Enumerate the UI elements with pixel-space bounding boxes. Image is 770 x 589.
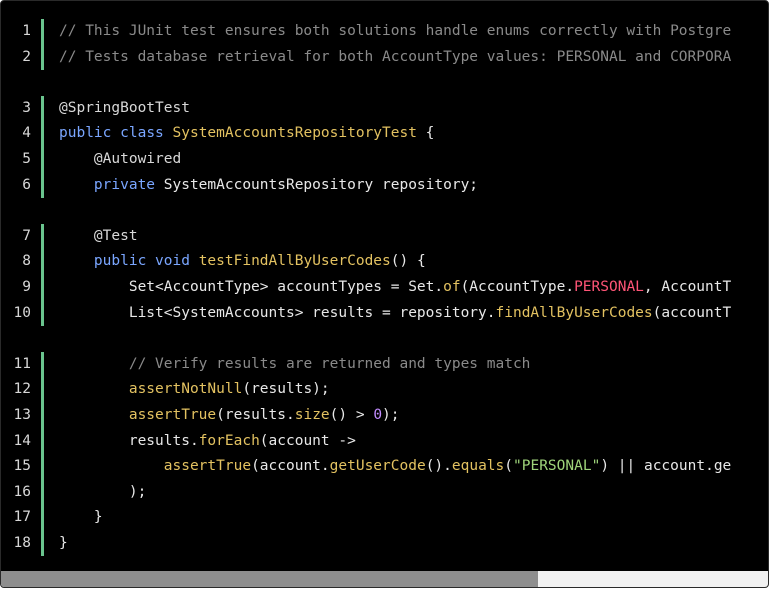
change-marker: [41, 454, 44, 480]
code-line: 8 public void testFindAllByUserCodes() {: [1, 249, 768, 275]
change-marker: [41, 530, 44, 557]
code-text: @Autowired: [93, 150, 182, 167]
code-line: 15 assertTrue(account.getUserCode().equa…: [1, 454, 768, 480]
line-number: 13: [13, 406, 31, 423]
code-line: 1 // This JUnit test ensures both solutio…: [1, 19, 768, 45]
code-text: }: [59, 534, 68, 551]
code-text: public void testFindAllByUserCodes() {: [93, 253, 426, 270]
change-marker: [41, 121, 44, 147]
change-marker: [41, 377, 44, 403]
code-block: 1 // This JUnit test ensures both solutio…: [1, 19, 768, 557]
change-marker: [41, 505, 44, 531]
line-number: 12: [13, 381, 31, 398]
code-line: 3 @SpringBootTest: [1, 95, 768, 122]
change-marker: [41, 223, 44, 250]
line-number: 11: [13, 355, 31, 372]
change-marker: [41, 300, 44, 327]
code-line: 12 assertNotNull(results);: [1, 377, 768, 403]
change-marker: [41, 44, 44, 71]
code-text: @Test: [93, 227, 138, 244]
change-marker: [41, 19, 44, 45]
code-text: // This JUnit test ensures both solution…: [59, 23, 732, 39]
horizontal-scrollbar[interactable]: [1, 571, 768, 587]
code-line: 16 );: [1, 479, 768, 506]
code-line: 17 }: [1, 505, 768, 531]
code-line: 14 results.forEach(account ->: [1, 428, 768, 455]
line-number: 16: [13, 483, 31, 500]
line-number: 1: [22, 23, 31, 39]
code-line: 11 // Verify results are returned and ty…: [1, 351, 768, 378]
line-number: 18: [13, 534, 31, 551]
line-number: 4: [22, 125, 31, 142]
code-text: assertNotNull(results);: [128, 381, 330, 398]
code-text: );: [59, 483, 147, 500]
code-text: public class SystemAccountsRepositoryTes…: [59, 125, 435, 142]
line-number: 5: [22, 150, 31, 167]
code-text: assertTrue(account.getUserCode().equals(…: [163, 458, 732, 475]
line-number: 17: [13, 509, 31, 526]
change-marker: [41, 249, 44, 275]
code-line: 5 @Autowired: [1, 146, 768, 173]
code-line: 13 assertTrue(results.size() > 0);: [1, 402, 768, 429]
code-text: }: [59, 509, 103, 526]
change-marker: [41, 479, 44, 506]
code-text: results.forEach(account ->: [59, 432, 356, 449]
code-text: private SystemAccountsRepository reposit…: [93, 176, 479, 193]
code-line: 6 private SystemAccountsRepository repos…: [1, 172, 768, 199]
code-line: 2 // Tests database retrieval for both Ac…: [1, 44, 768, 71]
scrollbar-thumb[interactable]: [1, 571, 538, 587]
line-number: 9: [22, 278, 31, 295]
code-viewer: 1 // This JUnit test ensures both solutio…: [0, 0, 769, 588]
change-marker: [41, 402, 44, 429]
code-line: 4 public class SystemAccountsRepositoryTe…: [1, 121, 768, 147]
line-number: 8: [22, 253, 31, 270]
code-line: 18}: [1, 530, 768, 557]
change-marker: [41, 146, 44, 173]
code-text: // Verify results are returned and types…: [128, 355, 531, 372]
change-marker: [41, 351, 44, 378]
line-number: 14: [13, 432, 31, 449]
change-marker: [41, 95, 44, 122]
code-line: 10 List<SystemAccounts> results = reposi…: [1, 300, 768, 327]
line-number: 3: [22, 99, 31, 116]
code-text: assertTrue(results.size() > 0);: [128, 406, 400, 423]
line-number: 2: [22, 48, 31, 65]
line-number: 10: [13, 304, 31, 321]
line-number: 7: [22, 227, 31, 244]
change-marker: [41, 428, 44, 455]
line-number: 15: [13, 458, 31, 475]
change-marker: [41, 172, 44, 199]
code-line: 9 Set<AccountType> accountTypes = Set.of…: [1, 274, 768, 301]
change-marker: [41, 274, 44, 301]
code-text: Set<AccountType> accountTypes = Set.of(A…: [59, 278, 732, 295]
code-text: List<SystemAccounts> results = repositor…: [59, 304, 732, 321]
code-text: @SpringBootTest: [59, 99, 190, 116]
line-number: 6: [22, 176, 31, 193]
code-text: // Tests database retrieval for both Acc…: [59, 48, 732, 65]
code-line: 7 @Test: [1, 223, 768, 250]
